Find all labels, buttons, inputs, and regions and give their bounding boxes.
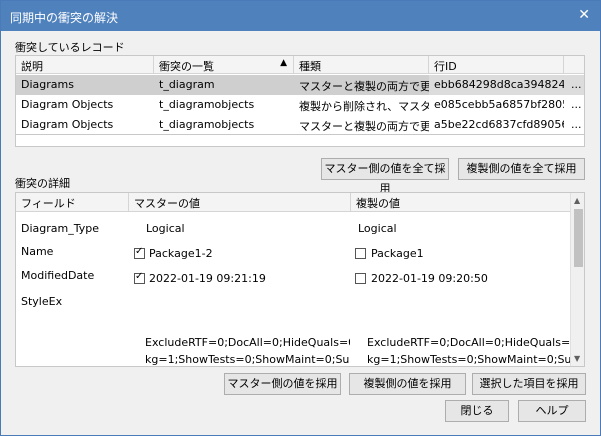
replica-value-checkbox[interactable]: [355, 248, 366, 259]
col-header-field[interactable]: フィールド: [16, 193, 129, 212]
col-header-extra: [564, 56, 584, 74]
col-header-conflict-table-label: 衝突の一覧: [159, 60, 214, 73]
replica-value-checkbox[interactable]: [355, 273, 366, 284]
row-type: マスターと複製の両方で更...: [299, 120, 429, 133]
row-description: Diagrams: [21, 78, 74, 91]
row-id: ebb684298d8ca3948242fd...: [434, 78, 564, 91]
row-more-button[interactable]: ...: [566, 75, 584, 95]
details-grid[interactable]: フィールド マスターの値 複製の値 Diagram_Type Logical L…: [15, 192, 585, 367]
detail-field-name: StyleEx: [21, 295, 63, 308]
row-more-button[interactable]: ...: [566, 115, 584, 134]
resolve-conflicts-dialog: 同期中の衝突の解決 ✕ 衝突しているレコード 説明 衝突の一覧 ▲ 種類 行ID…: [0, 0, 601, 436]
records-section-label: 衝突しているレコード: [15, 41, 125, 54]
window-title: 同期中の衝突の解決: [10, 11, 119, 25]
sort-ascending-icon: ▲: [280, 58, 287, 68]
master-value: Logical: [146, 222, 185, 235]
help-button[interactable]: ヘルプ: [518, 400, 586, 422]
scroll-thumb[interactable]: [574, 209, 583, 267]
row-type: マスターと複製の両方で更...: [299, 80, 429, 93]
row-id: a5be22cd6837cfd89056d8...: [434, 118, 564, 131]
row-conflict-table: t_diagramobjects: [159, 98, 255, 111]
scroll-up-icon[interactable]: ▲: [574, 196, 580, 205]
accept-master-button[interactable]: マスター側の値を採用: [224, 373, 341, 395]
records-grid[interactable]: 説明 衝突の一覧 ▲ 種類 行ID Diagrams t_diagram マスタ…: [15, 55, 585, 135]
detail-field-name: Name: [21, 245, 54, 258]
col-header-row-id[interactable]: 行ID: [429, 56, 564, 74]
details-section-label: 衝突の詳細: [15, 177, 70, 190]
row-id: e085cebb5a6857bf2805bc...: [434, 98, 564, 111]
col-header-type[interactable]: 種類: [294, 56, 429, 74]
col-header-description[interactable]: 説明: [16, 56, 154, 74]
master-value: 2022-01-19 09:21:19: [149, 272, 266, 285]
close-button[interactable]: 閉じる: [445, 400, 509, 422]
col-header-replica-value[interactable]: 複製の値: [351, 193, 571, 212]
accept-all-replica-button[interactable]: 複製側の値を全て採用: [458, 158, 585, 180]
row-description: Diagram Objects: [21, 118, 114, 131]
detail-field-name: Diagram_Type: [21, 222, 99, 235]
records-grid-empty-area: [15, 135, 585, 147]
row-conflict-table: t_diagram: [159, 78, 215, 91]
col-header-conflict-table[interactable]: 衝突の一覧 ▲: [154, 56, 294, 74]
accept-selected-button[interactable]: 選択した項目を採用: [472, 373, 586, 395]
accept-all-master-button[interactable]: マスター側の値を全て採用: [321, 158, 449, 195]
detail-field-name: ModifiedDate: [21, 269, 95, 282]
master-value: Package1-2: [149, 247, 213, 260]
replica-value: 2022-01-19 09:20:50: [371, 272, 488, 285]
col-header-master-value[interactable]: マスターの値: [129, 193, 351, 212]
close-icon[interactable]: ✕: [578, 7, 590, 23]
row-conflict-table: t_diagramobjects: [159, 118, 255, 131]
replica-value: ExcludeRTF=0;DocAll=0;HideQuals=0;AttP k…: [367, 336, 570, 366]
master-value: ExcludeRTF=0;DocAll=0;HideQuals=0;AttP k…: [145, 336, 350, 366]
replica-value: Package1: [371, 247, 424, 260]
replica-value: Logical: [358, 222, 397, 235]
row-description: Diagram Objects: [21, 98, 114, 111]
scroll-down-icon[interactable]: ▼: [574, 354, 580, 363]
title-bar: 同期中の衝突の解決 ✕: [1, 1, 600, 31]
details-vertical-scrollbar[interactable]: ▲ ▼: [570, 193, 584, 366]
row-more-button[interactable]: ...: [566, 95, 584, 115]
accept-replica-button[interactable]: 複製側の値を採用: [349, 373, 466, 395]
row-type: 複製から削除され、マスタ...: [299, 100, 429, 113]
